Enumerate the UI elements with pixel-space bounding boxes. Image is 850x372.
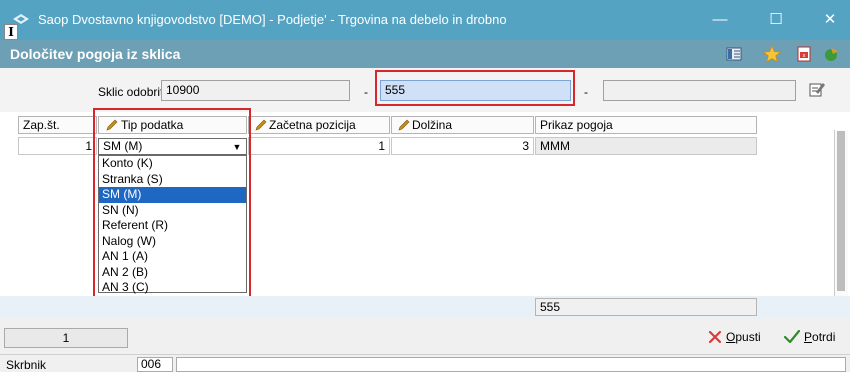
tip-combo[interactable]: SM (M) (98, 138, 247, 155)
dropdown-option[interactable]: SN (N) (99, 203, 246, 219)
columns-icon[interactable] (725, 45, 743, 63)
close-button[interactable]: ✕ (810, 6, 850, 32)
summary-field: 555 (535, 298, 757, 316)
cell-zacetna[interactable]: 1 (248, 137, 390, 155)
dropdown-option[interactable]: AN 1 (A) (99, 249, 246, 265)
window-title: Saop Dvostavno knjigovodstvo [DEMO] - Po… (38, 12, 507, 27)
chevron-down-icon[interactable]: ▼ (228, 139, 246, 154)
dropdown-option-selected[interactable]: SM (M) (99, 187, 246, 203)
dialog-header: Določitev pogoja iz sklica x (0, 40, 850, 68)
row-indicator: I (4, 24, 18, 40)
dropdown-option[interactable]: Konto (K) (99, 156, 246, 172)
separator-2: - (584, 85, 588, 99)
dropdown-option[interactable]: AN 3 (C) (99, 280, 246, 296)
cancel-icon (708, 330, 722, 344)
export-icon[interactable] (823, 45, 841, 63)
pencil-icon (398, 119, 410, 131)
sklic-part3-field[interactable] (603, 80, 796, 101)
window-title-bar: Saop Dvostavno knjigovodstvo [DEMO] - Po… (0, 0, 850, 40)
cancel-button[interactable]: Opusti (708, 326, 761, 348)
dropdown-option[interactable]: Nalog (W) (99, 234, 246, 250)
status-extra (176, 357, 846, 372)
pencil-icon (255, 119, 267, 131)
status-label: Skrbnik (6, 358, 47, 372)
confirm-button[interactable]: Potrdi (784, 326, 835, 348)
cancel-label: Opusti (726, 330, 761, 344)
scrollbar-thumb[interactable] (837, 131, 845, 291)
status-value: 006 (137, 357, 173, 372)
confirm-label: Potrdi (804, 330, 836, 344)
checkmark-icon (784, 330, 800, 344)
column-header-prikaz[interactable]: Prikaz pogoja (535, 116, 757, 134)
svg-text:x: x (803, 53, 806, 59)
cell-zap[interactable]: 1 (18, 137, 97, 155)
tip-dropdown-list: Konto (K) Stranka (S) SM (M) SN (N) Refe… (98, 155, 247, 296)
pdf-icon[interactable]: x (795, 45, 813, 63)
dropdown-option[interactable]: Referent (R) (99, 218, 246, 234)
dropdown-option[interactable]: AN 2 (B) (99, 265, 246, 281)
star-icon[interactable] (763, 45, 781, 63)
edit-icon[interactable] (808, 80, 826, 98)
sklic-field[interactable]: 10900 (161, 80, 350, 101)
minimize-button[interactable]: — (700, 6, 740, 32)
column-header-tip[interactable]: Tip podatka (98, 116, 247, 134)
sklic-part2-field[interactable]: 555 (380, 80, 571, 101)
dropdown-option[interactable]: Stranka (S) (99, 172, 246, 188)
pencil-icon (106, 119, 118, 131)
column-header-zap[interactable]: Zap.št. (18, 116, 97, 134)
separator-1: - (364, 85, 368, 99)
page-number: 1 (4, 328, 128, 348)
dialog-title: Določitev pogoja iz sklica (10, 46, 181, 62)
column-header-zacetna[interactable]: Začetna pozicija (248, 116, 390, 134)
maximize-button[interactable]: ☐ (756, 6, 796, 32)
cell-prikaz: MMM (535, 137, 757, 155)
cell-dolzina[interactable]: 3 (391, 137, 534, 155)
column-header-dolzina[interactable]: Dolžina (391, 116, 534, 134)
